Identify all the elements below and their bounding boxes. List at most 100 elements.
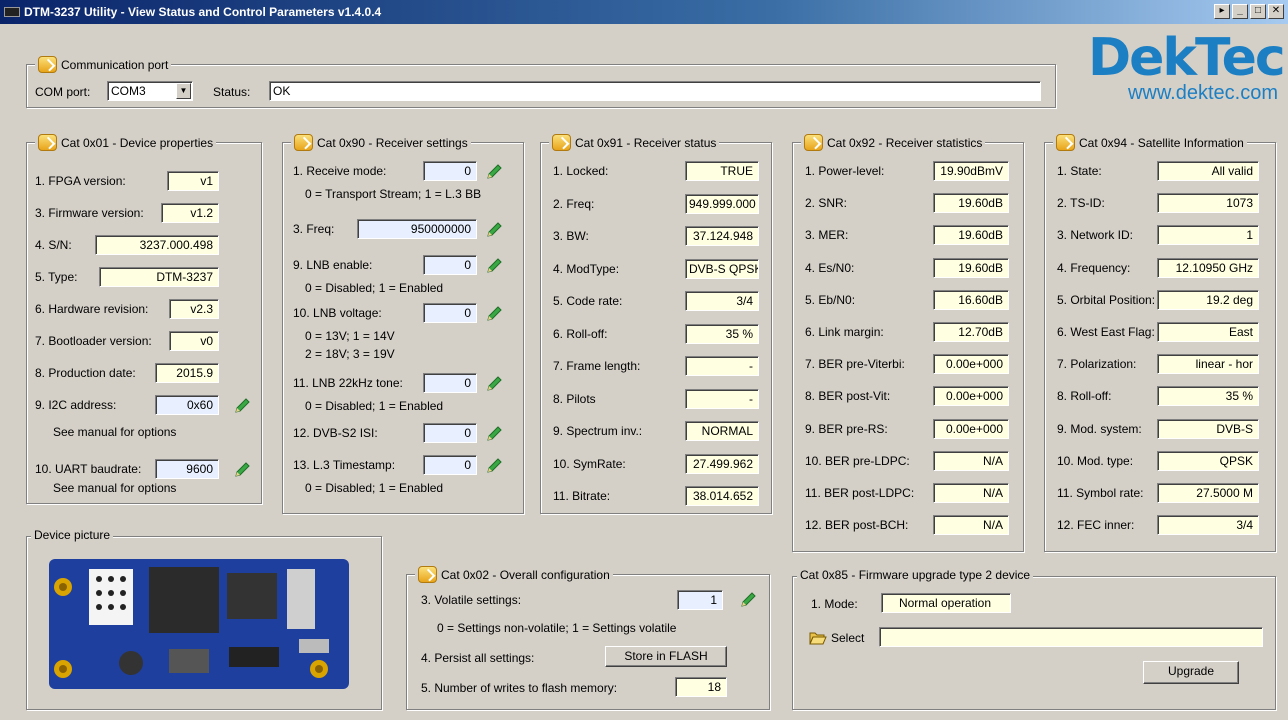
cat94-polarization-label: 7. Polarization: bbox=[1057, 357, 1137, 372]
cat94-roll-off-value: 35 % bbox=[1157, 386, 1259, 407]
cat94-fec-inner-label: 12. FEC inner: bbox=[1057, 518, 1135, 533]
cat01-fpga-version-label: 1. FPGA version: bbox=[35, 174, 126, 188]
select-firmware-button[interactable]: Select bbox=[809, 631, 864, 645]
cat92-ber-pre-ldpc-value: N/A bbox=[933, 450, 1009, 471]
cat90-l-3-timestamp-input[interactable]: 0 bbox=[423, 455, 477, 475]
edit-pencil-icon[interactable] bbox=[233, 461, 251, 479]
edit-pencil-icon[interactable] bbox=[485, 305, 503, 323]
refresh-icon[interactable] bbox=[1056, 134, 1075, 151]
cat90-receive-mode-input[interactable]: 0 bbox=[423, 161, 477, 181]
flash-writes-label: 5. Number of writes to flash memory: bbox=[421, 681, 618, 695]
edit-pencil-icon[interactable] bbox=[485, 221, 503, 239]
upgrade-button[interactable]: Upgrade bbox=[1143, 661, 1239, 684]
edit-pencil-icon[interactable] bbox=[485, 457, 503, 475]
cat90-dvb-s2-isi-input[interactable]: 0 bbox=[423, 423, 477, 443]
cat91-code-rate-value: 3/4 bbox=[685, 291, 759, 311]
cat90-lnb-22khz-tone-hint: 0 = Disabled; 1 = Enabled bbox=[305, 399, 444, 413]
dektec-logo: DekTec www.dektec.com bbox=[1088, 28, 1286, 104]
cat94-frequency-value: 12.10950 GHz bbox=[1157, 257, 1259, 278]
cat91-spectrum-inv-label: 9. Spectrum inv.: bbox=[553, 424, 643, 438]
edit-pencil-icon[interactable] bbox=[485, 163, 503, 181]
refresh-icon[interactable] bbox=[804, 134, 823, 151]
cat01-uart-baudrate-input[interactable]: 9600 bbox=[155, 459, 219, 479]
cat94-polarization-value: linear - hor bbox=[1157, 354, 1259, 375]
edit-pencil-icon[interactable] bbox=[485, 375, 503, 393]
status-field: OK bbox=[269, 81, 1041, 101]
firmware-file-path-field[interactable] bbox=[879, 627, 1263, 647]
maximize-button[interactable]: □ bbox=[1250, 4, 1266, 19]
cat91-frame-length-label: 7. Frame length: bbox=[553, 359, 641, 373]
cat91-symrate-value: 27.499.962 bbox=[685, 453, 759, 474]
cat01-s-n-value: 3237.000.498 bbox=[95, 235, 219, 255]
chevron-down-icon[interactable]: ▼ bbox=[176, 83, 191, 99]
refresh-icon[interactable] bbox=[418, 566, 437, 583]
cat92-ber-pre-viterbi-label: 7. BER pre-Viterbi: bbox=[805, 357, 905, 372]
cat90-freq-input[interactable]: 950000000 bbox=[357, 219, 477, 239]
cat01-s-n-label: 4. S/N: bbox=[35, 238, 72, 252]
group-title: Cat 0x01 - Device properties bbox=[61, 135, 214, 150]
minimize-button[interactable]: _ bbox=[1232, 4, 1248, 19]
cat85-firmware-upgrade-group: Cat 0x85 - Firmware upgrade type 2 devic… bbox=[792, 568, 1276, 710]
title-bar: DTM-3237 Utility - View Status and Contr… bbox=[0, 0, 1288, 24]
cat01-uart-baudrate-label: 10. UART baudrate: bbox=[35, 462, 142, 476]
cat90-lnb-enable-hint: 0 = Disabled; 1 = Enabled bbox=[305, 281, 444, 295]
cat91-modtype-value: DVB-S QPSK bbox=[685, 258, 759, 279]
cat90-lnb-enable-input[interactable]: 0 bbox=[423, 255, 477, 275]
cat94-ts-id-label: 2. TS-ID: bbox=[1057, 196, 1105, 211]
persist-settings-label: 4. Persist all settings: bbox=[421, 651, 535, 665]
refresh-icon[interactable] bbox=[38, 56, 57, 73]
cat94-west-east-flag-value: East bbox=[1157, 322, 1259, 342]
group-title: Cat 0x90 - Receiver settings bbox=[317, 135, 468, 150]
window-controls: ▸ _ □ ✕ bbox=[1214, 4, 1284, 19]
cat94-satellite-information-group: Cat 0x94 - Satellite Information 1. Stat… bbox=[1044, 134, 1276, 552]
device-board-image bbox=[49, 559, 349, 689]
help-button[interactable]: ▸ bbox=[1214, 4, 1230, 19]
cat91-roll-off-value: 35 % bbox=[685, 323, 759, 344]
cat90-lnb-voltage-input[interactable]: 0 bbox=[423, 303, 477, 323]
cat94-symbol-rate-label: 11. Symbol rate: bbox=[1057, 486, 1144, 500]
edit-pencil-icon[interactable] bbox=[739, 591, 757, 609]
cat92-power-level-value: 19.90dBmV bbox=[933, 161, 1009, 181]
refresh-icon[interactable] bbox=[294, 134, 313, 151]
cat94-symbol-rate-value: 27.5000 M bbox=[1157, 483, 1259, 503]
com-port-select[interactable]: COM3 ▼ bbox=[107, 81, 193, 101]
cat94-ts-id-value: 1073 bbox=[1157, 193, 1259, 214]
cat91-bw-value: 37.124.948 bbox=[685, 226, 759, 246]
refresh-icon[interactable] bbox=[38, 134, 57, 151]
cat01-device-properties-group: Cat 0x01 - Device properties 1. FPGA ver… bbox=[26, 134, 262, 504]
cat92-ber-post-vit-value: 0.00e+000 bbox=[933, 386, 1009, 407]
cat92-ber-pre-rs-label: 9. BER pre-RS: bbox=[805, 421, 888, 436]
group-title: Communication port bbox=[61, 57, 169, 72]
group-title: Cat 0x92 - Receiver statistics bbox=[827, 135, 983, 150]
cat90-lnb-enable-label: 9. LNB enable: bbox=[293, 258, 373, 272]
cat94-mod-system-value: DVB-S bbox=[1157, 418, 1259, 439]
i2c-address-hint: See manual for options bbox=[53, 425, 177, 439]
cat01-hardware-revision-value: v2.3 bbox=[169, 299, 219, 319]
cat94-mod-system-label: 9. Mod. system: bbox=[1057, 421, 1142, 436]
close-button[interactable]: ✕ bbox=[1268, 4, 1284, 19]
cat91-pilots-label: 8. Pilots bbox=[553, 391, 596, 406]
edit-pencil-icon[interactable] bbox=[485, 257, 503, 275]
cat91-bw-label: 3. BW: bbox=[553, 229, 589, 243]
cat92-ber-pre-ldpc-label: 10. BER pre-LDPC: bbox=[805, 453, 910, 468]
cat92-ber-post-ldpc-label: 11. BER post-LDPC: bbox=[805, 486, 915, 500]
cat01-i2c-address-input[interactable]: 0x60 bbox=[155, 395, 219, 415]
cat94-state-label: 1. State: bbox=[1057, 164, 1102, 178]
volatile-settings-input[interactable]: 1 bbox=[677, 590, 723, 610]
cat91-code-rate-label: 5. Code rate: bbox=[553, 294, 623, 308]
cat90-lnb-22khz-tone-label: 11. LNB 22kHz tone: bbox=[293, 376, 403, 390]
cat94-orbital-position-label: 5. Orbital Position: bbox=[1057, 292, 1156, 307]
edit-pencil-icon[interactable] bbox=[485, 425, 503, 443]
cat94-frequency-label: 4. Frequency: bbox=[1057, 260, 1131, 275]
cat01-bootloader-version-label: 7. Bootloader version: bbox=[35, 334, 152, 348]
cat02-overall-configuration-group: Cat 0x02 - Overall configuration 3. Vola… bbox=[406, 566, 770, 710]
cat92-es-n0-value: 19.60dB bbox=[933, 257, 1009, 278]
cat90-lnb-22khz-tone-input[interactable]: 0 bbox=[423, 373, 477, 393]
cat90-l-3-timestamp-hint: 0 = Disabled; 1 = Enabled bbox=[305, 481, 444, 495]
cat90-receive-mode-label: 1. Receive mode: bbox=[293, 164, 387, 178]
refresh-icon[interactable] bbox=[552, 134, 571, 151]
cat91-modtype-label: 4. ModType: bbox=[553, 261, 620, 276]
cat94-roll-off-label: 8. Roll-off: bbox=[1057, 389, 1112, 404]
edit-pencil-icon[interactable] bbox=[233, 397, 251, 415]
store-in-flash-button[interactable]: Store in FLASH bbox=[605, 646, 727, 667]
